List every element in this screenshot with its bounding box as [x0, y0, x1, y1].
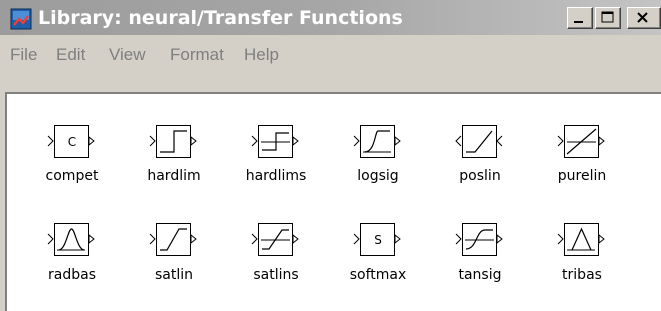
block-label-logsig: logsig — [357, 168, 399, 184]
softmax-icon: S — [353, 223, 401, 256]
close-icon — [637, 12, 648, 23]
block-tribas[interactable] — [555, 220, 611, 264]
block-poslin[interactable] — [453, 122, 509, 166]
purelin-icon — [557, 125, 605, 158]
poslin-icon — [455, 125, 503, 158]
block-logsig[interactable] — [351, 122, 407, 166]
menu-view[interactable]: View — [109, 45, 146, 65]
window-title: Library: neural/Transfer Functions — [38, 7, 403, 29]
block-satlins[interactable] — [249, 220, 305, 264]
title-bar[interactable]: Library: neural/Transfer Functions — [0, 0, 661, 35]
block-label-purelin: purelin — [557, 168, 607, 184]
block-hardlims[interactable] — [249, 122, 305, 166]
menu-bar: File Edit View Format Help — [0, 35, 661, 75]
block-tansig[interactable] — [453, 220, 509, 264]
block-label-hardlims: hardlims — [245, 168, 307, 184]
menu-help[interactable]: Help — [244, 45, 279, 65]
block-label-tribas: tribas — [562, 267, 602, 283]
maximize-button[interactable] — [595, 7, 621, 29]
block-satlin[interactable] — [147, 220, 203, 264]
block-hardlim[interactable] — [147, 122, 203, 166]
block-label-hardlim: hardlim — [147, 168, 201, 184]
menu-edit[interactable]: Edit — [56, 45, 85, 65]
svg-text:C: C — [68, 135, 76, 149]
radbas-icon — [47, 223, 95, 256]
block-label-compet: compet — [45, 168, 99, 184]
block-label-satlins: satlins — [253, 267, 299, 283]
maximize-icon — [601, 11, 614, 23]
block-purelin[interactable] — [555, 122, 611, 166]
hardlim-icon — [149, 125, 197, 158]
block-label-satlin: satlin — [154, 267, 193, 283]
minimize-button[interactable] — [567, 7, 593, 29]
library-canvas: C compet hardlim hardlims logsig poslin … — [5, 92, 661, 311]
close-button[interactable] — [627, 7, 661, 29]
satlins-icon — [251, 223, 299, 256]
svg-text:S: S — [374, 233, 382, 247]
simulink-library-icon — [10, 8, 32, 30]
block-label-radbas: radbas — [48, 267, 96, 283]
tansig-icon — [455, 223, 503, 256]
block-label-tansig: tansig — [458, 267, 502, 283]
minimize-icon — [574, 21, 583, 23]
logsig-icon — [353, 125, 401, 158]
block-compet[interactable]: C — [45, 122, 101, 166]
compet-icon: C — [47, 125, 95, 158]
satlin-icon — [149, 223, 197, 256]
block-radbas[interactable] — [45, 220, 101, 264]
library-window: Library: neural/Transfer Functions File … — [0, 0, 661, 311]
hardlims-icon — [251, 125, 299, 158]
menu-file[interactable]: File — [10, 45, 37, 65]
block-label-poslin: poslin — [459, 168, 501, 184]
block-softmax[interactable]: S — [351, 220, 407, 264]
tribas-icon — [557, 223, 605, 256]
block-label-softmax: softmax — [349, 267, 407, 283]
menu-format[interactable]: Format — [170, 45, 224, 65]
